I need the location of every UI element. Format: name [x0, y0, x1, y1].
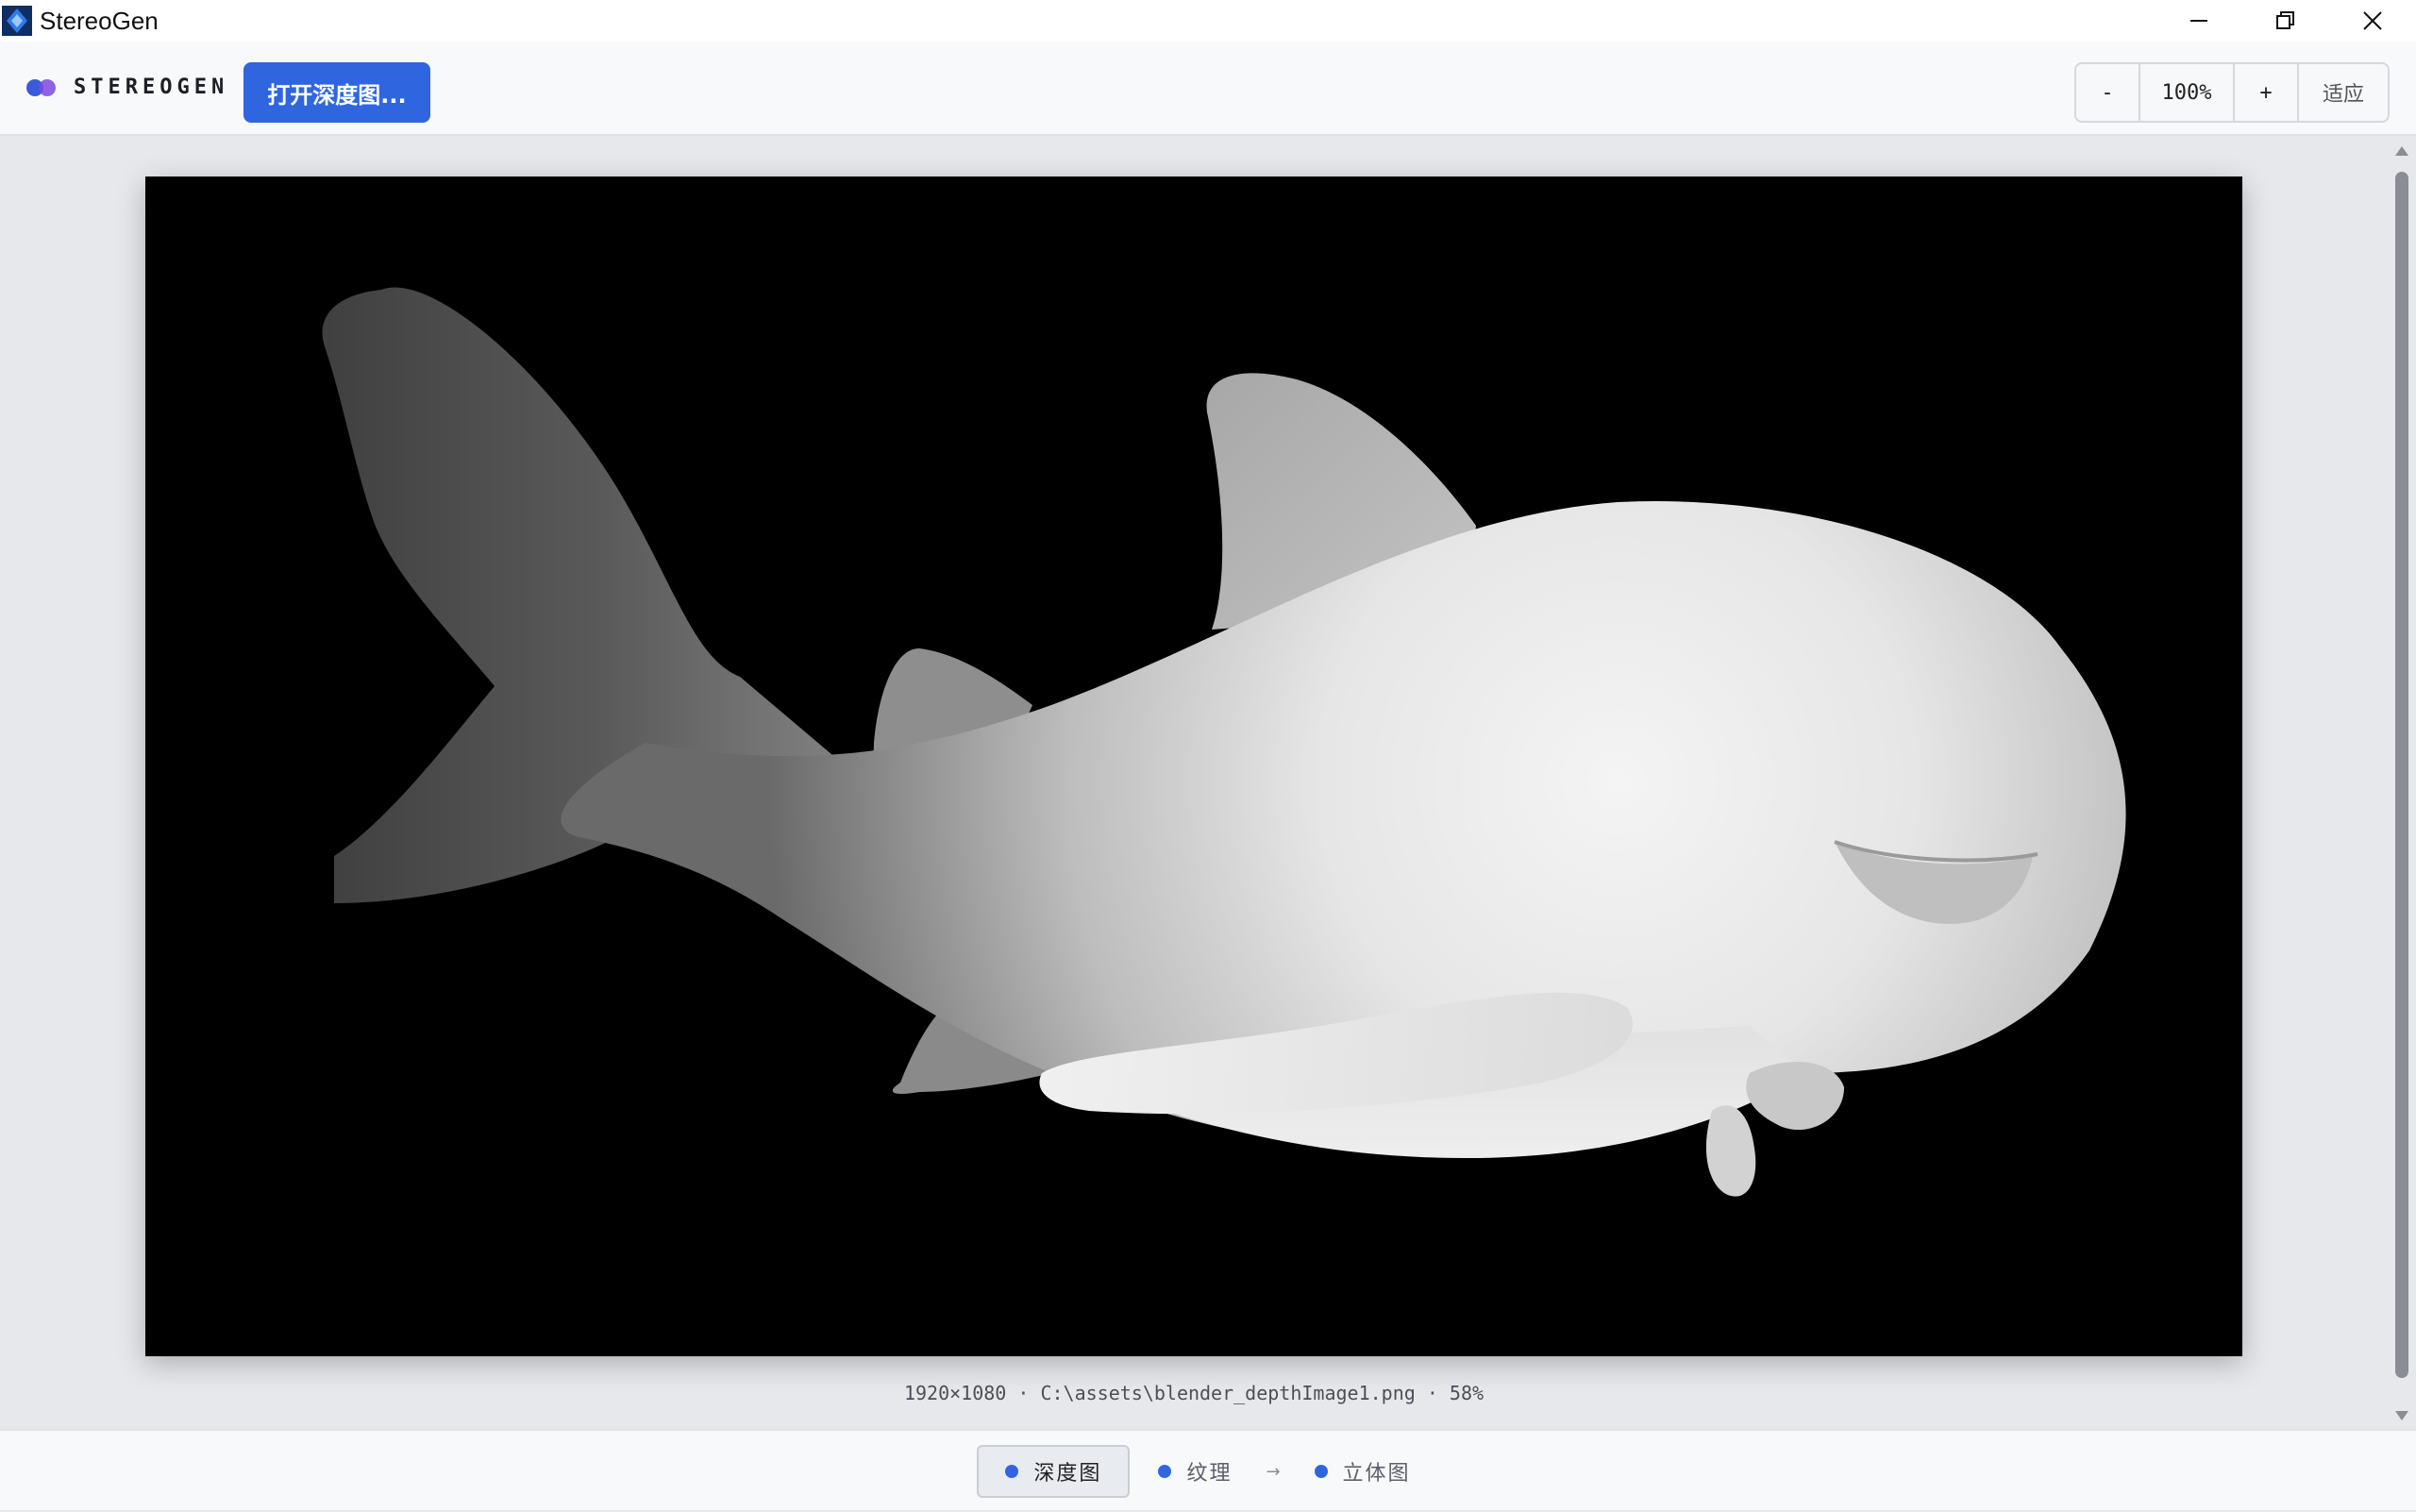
window-title: StereoGen	[40, 6, 159, 35]
pipeline-steps: 深度图 纹理 → 立体图	[0, 1431, 2416, 1512]
window-titlebar: StereoGen	[0, 0, 2416, 42]
restore-button[interactable]	[2242, 0, 2329, 42]
brand-name: STEREOGEN	[74, 76, 229, 99]
scroll-down-button[interactable]	[2392, 1406, 2411, 1425]
step-label: 纹理	[1186, 1462, 1233, 1486]
brand-logo-icon	[26, 79, 56, 96]
step-stereogram[interactable]: 立体图	[1286, 1445, 1439, 1498]
zoom-level[interactable]: 100%	[2140, 64, 2235, 121]
step-depth-map[interactable]: 深度图	[977, 1445, 1131, 1498]
zoom-out-button[interactable]: -	[2076, 64, 2140, 121]
arrow-right-icon: →	[1266, 1461, 1281, 1482]
vertical-scrollbar[interactable]	[2388, 138, 2416, 1429]
status-dot-icon	[1005, 1465, 1019, 1478]
restore-icon	[2276, 11, 2294, 29]
scroll-up-button[interactable]	[2392, 142, 2411, 160]
minimize-icon	[2190, 20, 2207, 22]
shark-depth-image	[322, 287, 2126, 1197]
depth-map-image[interactable]	[145, 176, 2242, 1356]
step-label: 立体图	[1342, 1462, 1411, 1486]
step-texture[interactable]: 纹理	[1130, 1445, 1260, 1498]
main-toolbar: STEREOGEN 打开深度图... - 100% + 适应	[0, 42, 2416, 136]
stereogen-app-icon	[2, 6, 32, 36]
step-label: 深度图	[1033, 1462, 1102, 1486]
window-controls	[2156, 0, 2416, 42]
close-button[interactable]	[2329, 0, 2416, 42]
canvas-area: 1920×1080 · C:\assets\blender_depthImage…	[0, 138, 2388, 1429]
scroll-thumb[interactable]	[2395, 172, 2408, 1378]
triangle-up-icon	[2395, 146, 2408, 156]
pipeline-bar: 深度图 纹理 → 立体图	[0, 1429, 2416, 1510]
triangle-down-icon	[2395, 1411, 2408, 1420]
zoom-controls: - 100% + 适应	[2074, 62, 2390, 123]
close-icon	[2363, 11, 2382, 30]
open-depth-map-button[interactable]: 打开深度图...	[243, 62, 430, 123]
zoom-fit-button[interactable]: 适应	[2299, 64, 2388, 121]
image-info-text: 1920×1080 · C:\assets\blender_depthImage…	[903, 1382, 1485, 1404]
minimize-button[interactable]	[2156, 0, 2242, 42]
status-dot-icon	[1158, 1465, 1172, 1478]
status-dot-icon	[1314, 1465, 1328, 1478]
zoom-in-button[interactable]: +	[2235, 64, 2299, 121]
